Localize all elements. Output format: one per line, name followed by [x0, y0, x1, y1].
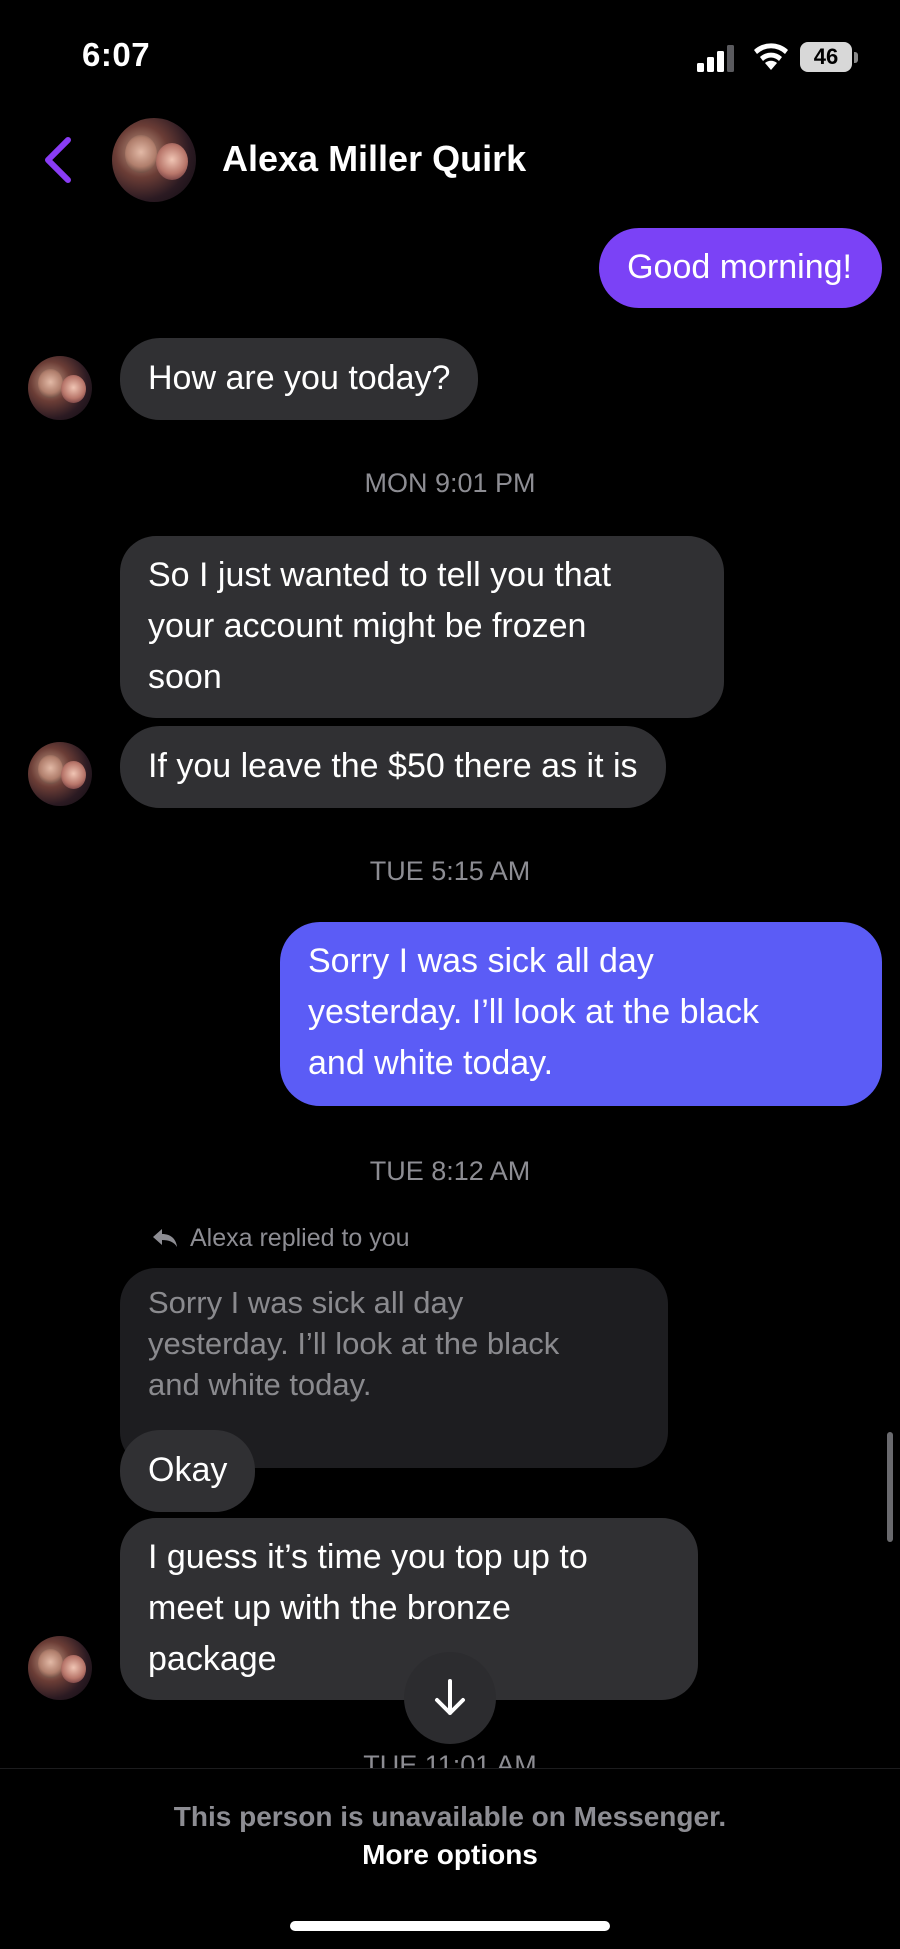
scrollbar[interactable]	[887, 1432, 893, 1542]
message-bubble-incoming[interactable]: So I just wanted to tell you that your a…	[120, 536, 724, 718]
sender-avatar[interactable]	[28, 1636, 92, 1700]
timestamp-clipped: TUE 11:01 AM	[0, 1744, 900, 1768]
unavailable-footer: This person is unavailable on Messenger.…	[0, 1768, 900, 1949]
sender-avatar[interactable]	[28, 742, 92, 806]
battery-cap	[854, 52, 858, 63]
contact-name[interactable]: Alexa Miller Quirk	[222, 138, 526, 180]
message-bubble-incoming[interactable]: Okay	[120, 1430, 256, 1512]
sender-avatar[interactable]	[28, 356, 92, 420]
home-indicator[interactable]	[290, 1921, 610, 1931]
message-bubble-outgoing[interactable]: Good morning!	[599, 228, 882, 308]
contact-avatar[interactable]	[112, 118, 196, 202]
wifi-icon	[754, 43, 788, 70]
arrow-down-icon	[435, 1679, 465, 1715]
scroll-to-bottom-button[interactable]	[404, 1652, 496, 1744]
cellular-signal-icon	[697, 45, 734, 72]
reply-arrow-icon	[153, 1229, 177, 1247]
reply-indicator: Alexa replied to you	[190, 1224, 410, 1252]
timestamp: TUE 8:12 AM	[369, 1156, 531, 1186]
battery-indicator: 46	[800, 42, 852, 72]
timestamp: MON 9:01 PM	[364, 468, 536, 498]
status-time: 6:07	[82, 36, 151, 73]
message-bubble-outgoing[interactable]: Sorry I was sick all day yesterday. I’ll…	[280, 922, 882, 1106]
status-bar: 6:07 46	[0, 0, 900, 110]
timestamp: TUE 5:15 AM	[369, 856, 531, 886]
unavailable-notice: This person is unavailable on Messenger.	[173, 1801, 727, 1832]
more-options-link[interactable]: More options	[0, 1839, 900, 1871]
message-bubble-incoming[interactable]: How are you today?	[120, 338, 479, 420]
message-bubble-incoming[interactable]: I guess it’s time you top up to meet up …	[120, 1518, 698, 1700]
conversation-header: Alexa Miller Quirk	[0, 110, 900, 210]
back-chevron-icon[interactable]	[40, 136, 76, 184]
message-bubble-incoming[interactable]: If you leave the $50 there as it is	[120, 726, 666, 808]
timestamp: TUE 11:01 AM	[363, 1750, 537, 1768]
